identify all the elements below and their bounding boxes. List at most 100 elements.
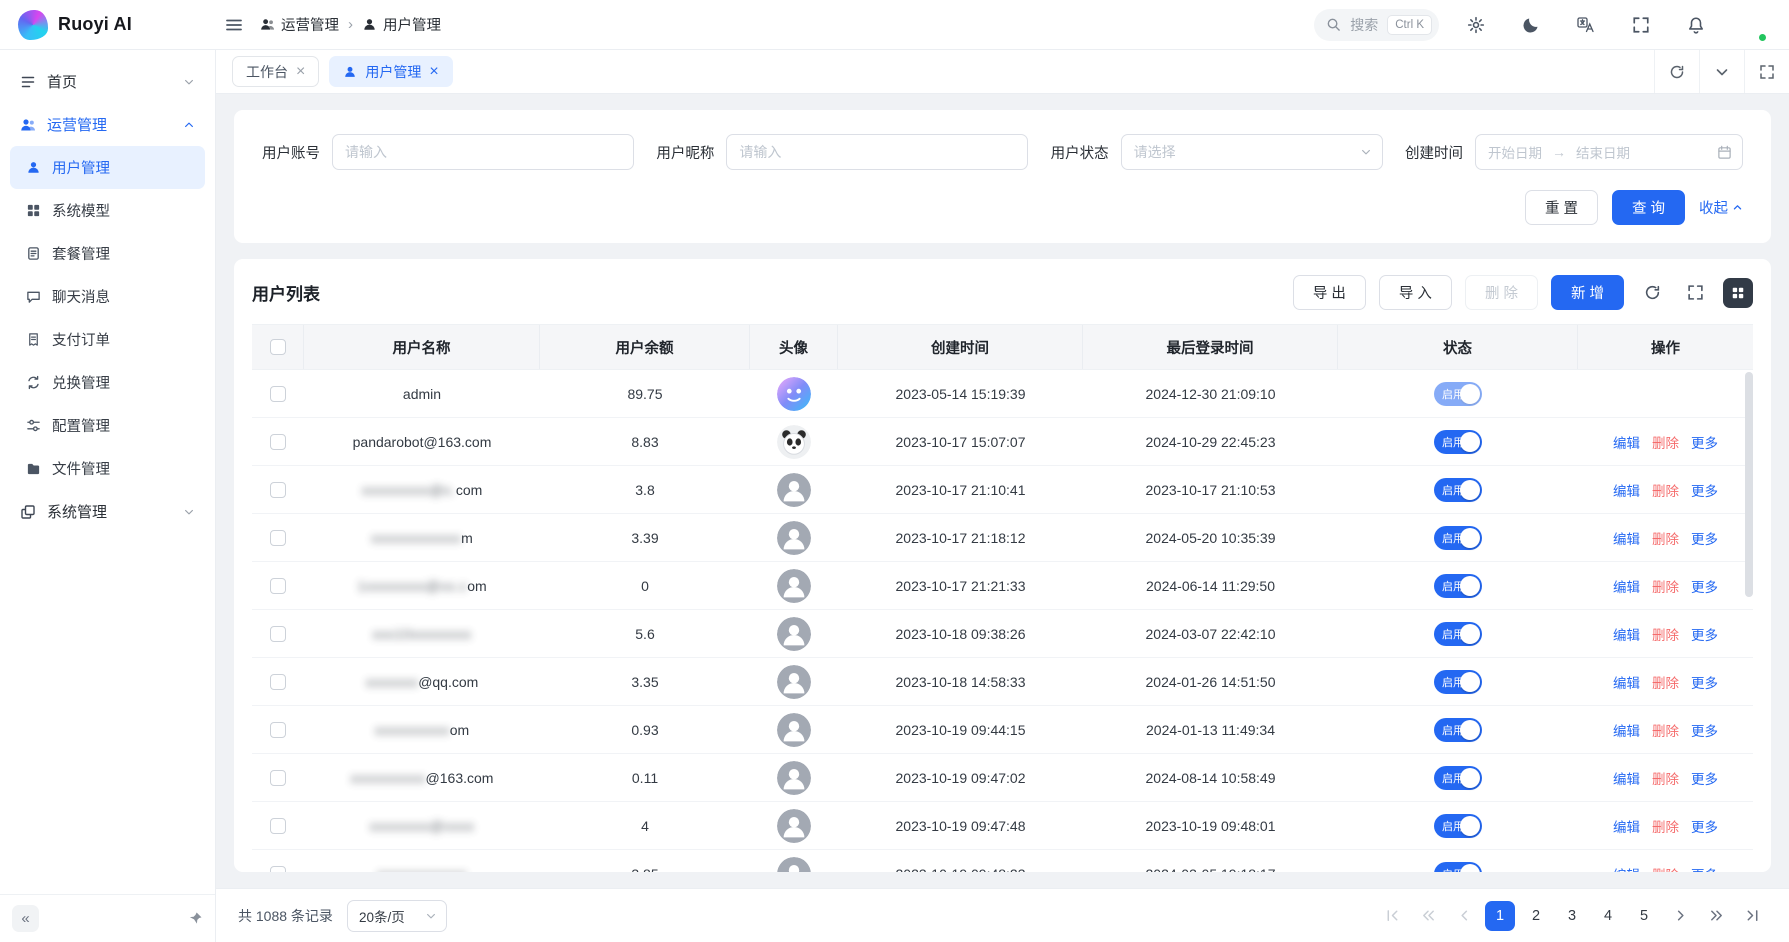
- delete-link[interactable]: 删除: [1652, 864, 1679, 873]
- reset-button[interactable]: 重 置: [1525, 190, 1598, 225]
- last-page-button[interactable]: [1737, 901, 1767, 931]
- tab-options-button[interactable]: [1699, 50, 1744, 93]
- delete-link[interactable]: 删除: [1652, 432, 1679, 452]
- row-user-avatar[interactable]: [777, 569, 811, 603]
- user-avatar[interactable]: [1733, 8, 1767, 42]
- row-checkbox[interactable]: [270, 482, 286, 498]
- row-checkbox[interactable]: [270, 818, 286, 834]
- more-link[interactable]: 更多: [1691, 864, 1718, 873]
- row-user-avatar[interactable]: [777, 377, 811, 411]
- delete-link[interactable]: 删除: [1652, 576, 1679, 596]
- row-user-avatar[interactable]: [777, 425, 811, 459]
- row-checkbox[interactable]: [270, 674, 286, 690]
- delete-link[interactable]: 删除: [1652, 480, 1679, 500]
- row-user-avatar[interactable]: [777, 857, 811, 873]
- edit-link[interactable]: 编辑: [1613, 624, 1640, 644]
- more-link[interactable]: 更多: [1691, 816, 1718, 836]
- first-page-button[interactable]: [1377, 901, 1407, 931]
- sidebar-item-file[interactable]: 文件管理: [10, 447, 205, 490]
- row-user-avatar[interactable]: [777, 809, 811, 843]
- delete-link[interactable]: 删除: [1652, 528, 1679, 548]
- row-checkbox[interactable]: [270, 530, 286, 546]
- status-toggle[interactable]: 启用: [1434, 574, 1482, 598]
- edit-link[interactable]: 编辑: [1613, 528, 1640, 548]
- status-toggle[interactable]: 启用: [1434, 622, 1482, 646]
- next-group-button[interactable]: [1701, 901, 1731, 931]
- column-settings-button[interactable]: [1723, 278, 1753, 308]
- breadcrumb-user-management[interactable]: 用户管理: [362, 14, 441, 35]
- status-toggle[interactable]: 启用: [1434, 814, 1482, 838]
- refresh-tab-button[interactable]: [1654, 50, 1699, 93]
- nickname-input[interactable]: [726, 134, 1028, 170]
- next-page-button[interactable]: [1665, 901, 1695, 931]
- import-button[interactable]: 导 入: [1379, 275, 1452, 310]
- more-link[interactable]: 更多: [1691, 720, 1718, 740]
- add-button[interactable]: 新 增: [1551, 275, 1624, 310]
- row-user-avatar[interactable]: [777, 617, 811, 651]
- close-icon[interactable]: ×: [296, 64, 305, 80]
- pin-sidebar-button[interactable]: [188, 911, 203, 926]
- sidebar-item-user[interactable]: 用户管理: [10, 146, 205, 189]
- fullscreen-button[interactable]: [1623, 7, 1659, 43]
- settings-button[interactable]: [1458, 7, 1494, 43]
- sidebar-item-config[interactable]: 配置管理: [10, 404, 205, 447]
- more-link[interactable]: 更多: [1691, 624, 1718, 644]
- delete-link[interactable]: 删除: [1652, 624, 1679, 644]
- more-link[interactable]: 更多: [1691, 672, 1718, 692]
- prev-page-button[interactable]: [1449, 901, 1479, 931]
- page-button-4[interactable]: 4: [1593, 901, 1623, 931]
- date-range-picker[interactable]: 开始日期 → 结束日期: [1475, 134, 1743, 170]
- sidebar-toggle-button[interactable]: [216, 7, 252, 43]
- account-input[interactable]: [332, 134, 634, 170]
- delete-link[interactable]: 删除: [1652, 816, 1679, 836]
- status-toggle[interactable]: 启用: [1434, 766, 1482, 790]
- delete-link[interactable]: 删除: [1652, 768, 1679, 788]
- prev-group-button[interactable]: [1413, 901, 1443, 931]
- global-search[interactable]: 搜索 Ctrl K: [1314, 9, 1439, 41]
- edit-link[interactable]: 编辑: [1613, 864, 1640, 873]
- close-icon[interactable]: ×: [429, 64, 438, 80]
- status-toggle[interactable]: 启用: [1434, 382, 1482, 406]
- row-checkbox[interactable]: [270, 770, 286, 786]
- more-link[interactable]: 更多: [1691, 528, 1718, 548]
- table-scrollbar[interactable]: [1745, 372, 1753, 597]
- row-checkbox[interactable]: [270, 866, 286, 873]
- sidebar-group-system[interactable]: 系统管理: [10, 490, 205, 533]
- page-button-5[interactable]: 5: [1629, 901, 1659, 931]
- status-toggle[interactable]: 启用: [1434, 478, 1482, 502]
- sidebar-item-package[interactable]: 套餐管理: [10, 232, 205, 275]
- row-user-avatar[interactable]: [777, 713, 811, 747]
- sidebar-group-home[interactable]: 首页: [10, 60, 205, 103]
- more-link[interactable]: 更多: [1691, 432, 1718, 452]
- status-select[interactable]: 请选择: [1121, 134, 1383, 170]
- edit-link[interactable]: 编辑: [1613, 432, 1640, 452]
- row-user-avatar[interactable]: [777, 761, 811, 795]
- status-toggle[interactable]: 启用: [1434, 718, 1482, 742]
- row-user-avatar[interactable]: [777, 521, 811, 555]
- row-user-avatar[interactable]: [777, 473, 811, 507]
- row-checkbox[interactable]: [270, 386, 286, 402]
- page-button-1[interactable]: 1: [1485, 901, 1515, 931]
- status-toggle[interactable]: 启用: [1434, 670, 1482, 694]
- more-link[interactable]: 更多: [1691, 480, 1718, 500]
- edit-link[interactable]: 编辑: [1613, 816, 1640, 836]
- status-toggle[interactable]: 启用: [1434, 430, 1482, 454]
- edit-link[interactable]: 编辑: [1613, 576, 1640, 596]
- delete-button[interactable]: 删 除: [1465, 275, 1538, 310]
- fullscreen-table-button[interactable]: [1680, 278, 1710, 308]
- app-logo[interactable]: Ruoyi AI: [0, 10, 216, 40]
- select-all-checkbox[interactable]: [270, 339, 286, 355]
- tab-workbench[interactable]: 工作台 ×: [232, 56, 319, 87]
- page-button-3[interactable]: 3: [1557, 901, 1587, 931]
- more-link[interactable]: 更多: [1691, 768, 1718, 788]
- sidebar-group-operations[interactable]: 运营管理: [10, 103, 205, 146]
- collapse-sidebar-button[interactable]: «: [12, 905, 39, 932]
- delete-link[interactable]: 删除: [1652, 672, 1679, 692]
- row-checkbox[interactable]: [270, 578, 286, 594]
- export-button[interactable]: 导 出: [1293, 275, 1366, 310]
- sidebar-item-order[interactable]: 支付订单: [10, 318, 205, 361]
- dark-mode-button[interactable]: [1513, 7, 1549, 43]
- page-size-select[interactable]: 20条/页: [347, 900, 447, 932]
- row-user-avatar[interactable]: [777, 665, 811, 699]
- content-fullscreen-button[interactable]: [1744, 50, 1789, 93]
